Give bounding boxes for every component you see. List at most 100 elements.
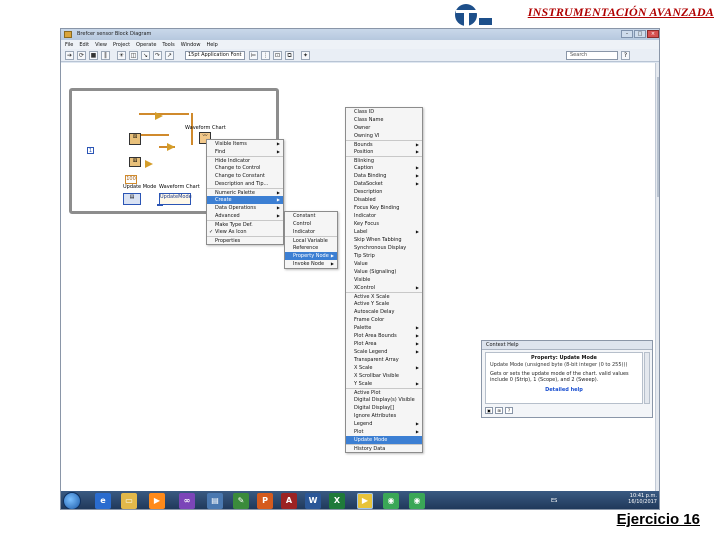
numeric-constant[interactable]: 1 bbox=[87, 147, 94, 154]
menu2-item[interactable]: Property Node ▶ bbox=[285, 252, 337, 260]
menu3-item[interactable]: Tip Strip bbox=[346, 252, 422, 260]
menu3-item[interactable]: XControl ▶ bbox=[346, 284, 422, 292]
menu1-item[interactable]: Find ▶ bbox=[207, 148, 283, 156]
menu3-item[interactable]: Scale Legend ▶ bbox=[346, 348, 422, 356]
menu3-item[interactable]: Frame Color bbox=[346, 316, 422, 324]
system-clock[interactable]: 10:41 p.m. 16/10/2017 bbox=[628, 493, 657, 505]
font-select[interactable]: 15pt Application Font bbox=[185, 51, 245, 60]
powerpoint-icon[interactable]: P bbox=[257, 493, 273, 509]
reorder-icon[interactable]: ⧉ bbox=[285, 51, 294, 60]
menu3-item[interactable]: Blinking bbox=[346, 156, 422, 164]
menu1-item[interactable]: Numeric Palette ▶ bbox=[207, 188, 283, 196]
step-out-icon[interactable]: ↗ bbox=[165, 51, 174, 60]
menu3-item[interactable]: Class Name bbox=[346, 116, 422, 124]
menu-operate[interactable]: Operate bbox=[136, 42, 156, 48]
menu3-item[interactable]: Active Plot bbox=[346, 388, 422, 396]
chrome-icon[interactable]: ◉ bbox=[383, 493, 399, 509]
dice-function-icon[interactable]: ⚅ bbox=[129, 157, 141, 167]
pause-icon[interactable]: ‖ bbox=[101, 51, 110, 60]
excel-icon[interactable]: X bbox=[329, 493, 345, 509]
menu3-item[interactable]: Disabled bbox=[346, 196, 422, 204]
menu3-item[interactable]: Value (Signaling) bbox=[346, 268, 422, 276]
subtract-icon[interactable] bbox=[155, 112, 163, 120]
menu3-item[interactable]: Y Scale ▶ bbox=[346, 380, 422, 388]
numeric-constant-100[interactable]: 100 bbox=[125, 175, 137, 184]
highlight-execution-icon[interactable]: ☀ bbox=[117, 51, 126, 60]
menu1-item[interactable]: Create ▶ bbox=[207, 196, 283, 204]
acrobat-icon[interactable]: A bbox=[281, 493, 297, 509]
menu3-item[interactable]: Transparent Array bbox=[346, 356, 422, 364]
menu2-item[interactable]: Constant bbox=[285, 212, 337, 220]
chrome-profile-icon[interactable]: ◉ bbox=[409, 493, 425, 509]
labview-start-icon[interactable]: ▤ bbox=[207, 493, 223, 509]
menu3-item[interactable]: Synchronous Display bbox=[346, 244, 422, 252]
close-button[interactable]: × bbox=[647, 30, 659, 38]
scrollbar-thumb[interactable] bbox=[657, 77, 659, 197]
add-icon[interactable] bbox=[145, 160, 153, 168]
menu-file[interactable]: File bbox=[65, 42, 73, 48]
menu3-item[interactable]: DataSocket ▶ bbox=[346, 180, 422, 188]
menu3-item[interactable]: Update Mode bbox=[346, 436, 422, 444]
menu1-item[interactable]: Description and Tip... bbox=[207, 180, 283, 188]
menu3-item[interactable]: X Scrollbar Visible bbox=[346, 372, 422, 380]
menu3-item[interactable]: Label ▶ bbox=[346, 228, 422, 236]
menu1-item[interactable]: Change to Constant bbox=[207, 172, 283, 180]
menu3-item[interactable]: Focus Key Binding bbox=[346, 204, 422, 212]
menu3-item[interactable]: Class ID bbox=[346, 108, 422, 116]
menu3-item[interactable]: Bounds ▶ bbox=[346, 140, 422, 148]
update-mode-ring-icon[interactable]: ▤ bbox=[123, 193, 141, 205]
resize-icon[interactable]: ⊡ bbox=[273, 51, 282, 60]
file-explorer-icon[interactable]: ▭ bbox=[121, 493, 137, 509]
menu1-item[interactable]: Make Type Def. bbox=[207, 220, 283, 228]
menu3-item[interactable]: History Data bbox=[346, 444, 422, 452]
run-arrow-icon[interactable]: ➔ bbox=[65, 51, 74, 60]
menu1-item[interactable]: Change to Control bbox=[207, 164, 283, 172]
lock-icon[interactable]: ▣ bbox=[485, 407, 493, 414]
menu-tools[interactable]: Tools bbox=[162, 42, 174, 48]
menu1-item[interactable]: Advanced ▶ bbox=[207, 212, 283, 220]
menu3-item[interactable]: Position ▶ bbox=[346, 148, 422, 156]
labview-window-icon[interactable]: ▶ bbox=[357, 493, 373, 509]
menu3-item[interactable]: Caption ▶ bbox=[346, 164, 422, 172]
menu-help[interactable]: Help bbox=[206, 42, 217, 48]
menu3-item[interactable]: Plot Area ▶ bbox=[346, 340, 422, 348]
context-help-scrollbar[interactable] bbox=[644, 352, 650, 404]
menu3-item[interactable]: Palette ▶ bbox=[346, 324, 422, 332]
menu2-item[interactable]: Reference bbox=[285, 244, 337, 252]
paint-icon[interactable]: ✎ bbox=[233, 493, 249, 509]
wire[interactable] bbox=[139, 134, 169, 136]
menu3-item[interactable]: Active Y Scale bbox=[346, 300, 422, 308]
menu3-item[interactable]: Visible bbox=[346, 276, 422, 284]
menu3-item[interactable]: Digital Display(s) Visible bbox=[346, 396, 422, 404]
menu-window[interactable]: Window bbox=[181, 42, 201, 48]
menu3-item[interactable]: Autoscale Delay bbox=[346, 308, 422, 316]
menu2-item[interactable]: Indicator bbox=[285, 228, 337, 236]
random-number-icon[interactable]: ⚄ bbox=[129, 133, 141, 145]
menu1-item[interactable]: ✓ View As Icon bbox=[207, 228, 283, 236]
media-player-icon[interactable]: ▶ bbox=[149, 493, 165, 509]
step-into-icon[interactable]: ↘ bbox=[141, 51, 150, 60]
internet-explorer-icon[interactable]: e bbox=[95, 493, 111, 509]
menu1-item[interactable]: Properties bbox=[207, 236, 283, 244]
step-over-icon[interactable]: ↷ bbox=[153, 51, 162, 60]
menu3-item[interactable]: Description bbox=[346, 188, 422, 196]
menu-project[interactable]: Project bbox=[113, 42, 130, 48]
clean-up-icon[interactable]: ✦ bbox=[301, 51, 310, 60]
align-icon[interactable]: ⊨ bbox=[249, 51, 258, 60]
detailed-help-link[interactable]: Detailed help bbox=[490, 387, 638, 393]
run-continuous-icon[interactable]: ⟳ bbox=[77, 51, 86, 60]
abort-icon[interactable]: ■ bbox=[89, 51, 98, 60]
multiply-icon[interactable] bbox=[167, 143, 175, 151]
menu3-item[interactable]: Indicator bbox=[346, 212, 422, 220]
menu3-item[interactable]: Skip When Tabbing bbox=[346, 236, 422, 244]
menu3-item[interactable]: Owning VI bbox=[346, 132, 422, 140]
menu3-item[interactable]: Active X Scale bbox=[346, 292, 422, 300]
menu3-item[interactable]: Ignore Attributes bbox=[346, 412, 422, 420]
menu2-item[interactable]: Invoke Node ▶ bbox=[285, 260, 337, 268]
vertical-scrollbar[interactable] bbox=[655, 63, 659, 491]
maximize-button[interactable]: □ bbox=[634, 30, 646, 38]
start-button[interactable] bbox=[63, 492, 81, 509]
menu3-item[interactable]: Value bbox=[346, 260, 422, 268]
menu-view[interactable]: View bbox=[95, 42, 107, 48]
menu3-item[interactable]: Plot Area Bounds ▶ bbox=[346, 332, 422, 340]
